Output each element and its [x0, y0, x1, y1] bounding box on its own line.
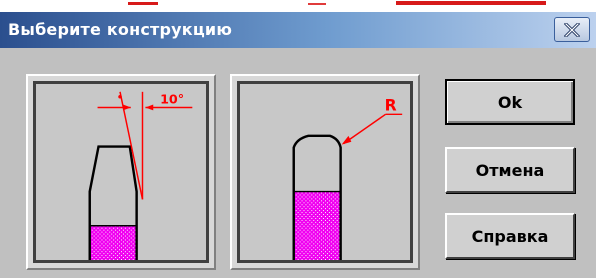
option-preview: R: [237, 81, 413, 263]
rounded-profile-drawing: R: [292, 95, 403, 260]
construction-option-rounded[interactable]: R: [230, 74, 420, 270]
help-button[interactable]: Справка: [445, 213, 575, 259]
close-icon: [564, 22, 580, 37]
red-text-fragment: [128, 2, 158, 5]
dialog-window: Выберите конструкцию 10° R Ok Отмена Спр…: [0, 12, 596, 278]
angle-annotation: 10°: [160, 92, 184, 107]
background-fragment: [0, 0, 596, 12]
ok-button[interactable]: Ok: [445, 79, 575, 125]
dialog-title: Выберите конструкцию: [8, 20, 233, 39]
option-preview: 10°: [33, 81, 209, 263]
conical-profile-drawing: 10°: [88, 92, 193, 260]
close-button[interactable]: [554, 17, 590, 42]
title-bar[interactable]: Выберите конструкцию: [0, 12, 596, 48]
cancel-button[interactable]: Отмена: [445, 147, 575, 193]
construction-option-conical[interactable]: 10°: [26, 74, 216, 270]
red-text-fragment: [396, 1, 546, 5]
red-text-fragment: [308, 3, 326, 5]
radius-annotation: R: [385, 95, 397, 114]
